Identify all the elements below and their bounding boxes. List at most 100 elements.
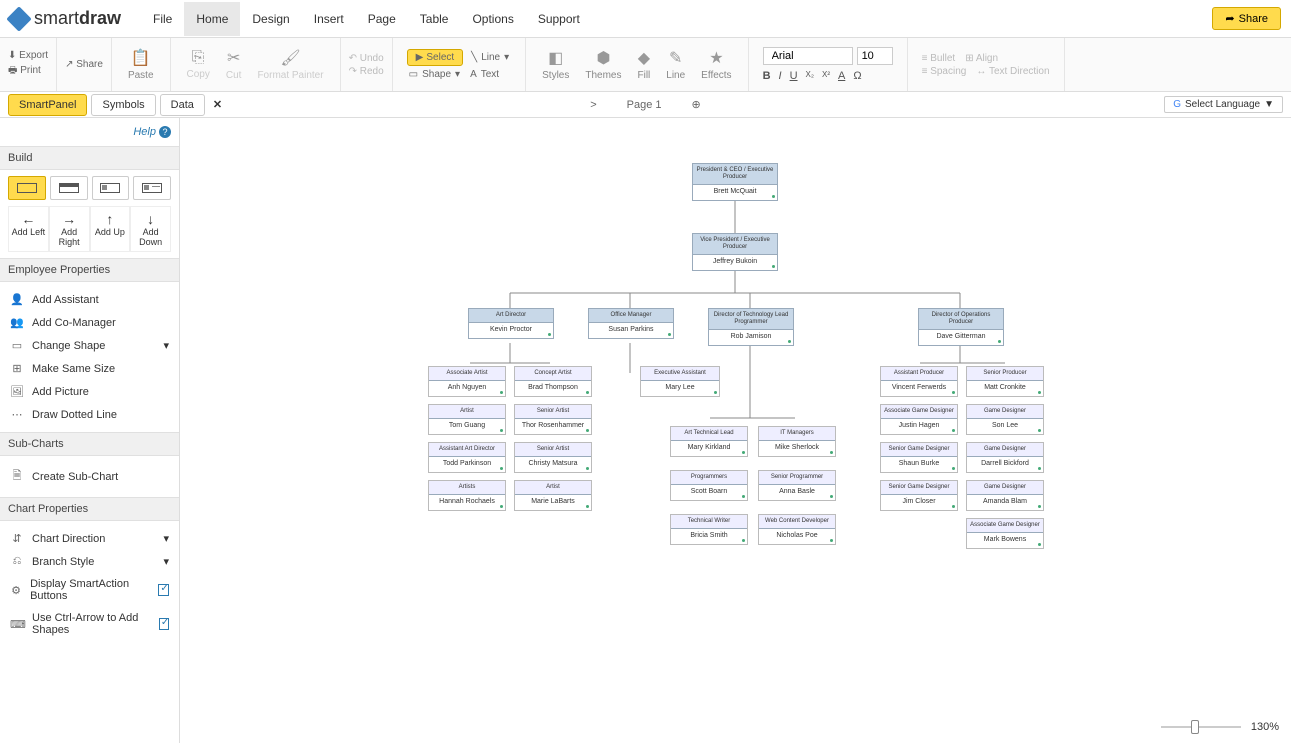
org-node-dir-art[interactable]: Art Director Kevin Proctor — [468, 308, 554, 339]
org-node-employee[interactable]: Game DesignerDarrell Bickford — [966, 442, 1044, 473]
share-button[interactable]: ➦ Share — [1212, 7, 1281, 30]
text-tool[interactable]: A Text — [468, 68, 501, 81]
org-node-dir-office[interactable]: Office Manager Susan Parkins — [588, 308, 674, 339]
make-same-size-button[interactable]: ⊞Make Same Size — [8, 357, 171, 380]
change-shape-button[interactable]: ▭Change Shape▾ — [8, 334, 171, 357]
copy-button[interactable]: ⎘Copy — [179, 46, 218, 83]
org-node-employee[interactable]: Concept ArtistBrad Thompson — [514, 366, 592, 397]
org-node-employee[interactable]: Associate Game DesignerMark Bowens — [966, 518, 1044, 549]
underline-button[interactable]: U — [790, 70, 798, 82]
text-direction-button[interactable]: ↔ Text Direction — [976, 66, 1049, 77]
font-color-button[interactable]: A — [838, 70, 845, 82]
org-node-employee[interactable]: ArtistsHannah Rochaels — [428, 480, 506, 511]
org-node-vp[interactable]: Vice President / Executive Producer Jeff… — [692, 233, 778, 271]
org-node-ceo[interactable]: President & CEO / Executive Producer Bre… — [692, 163, 778, 201]
add-comanager-button[interactable]: 👥Add Co-Manager — [8, 311, 171, 334]
tab-smartpanel[interactable]: SmartPanel — [8, 94, 87, 116]
close-panel-button[interactable]: ✕ — [209, 94, 226, 116]
zoom-slider[interactable] — [1161, 726, 1241, 728]
bold-button[interactable]: B — [763, 70, 771, 82]
org-node-employee[interactable]: Game DesignerSon Lee — [966, 404, 1044, 435]
page-tab[interactable]: Page 1 — [627, 99, 662, 111]
chart-direction-button[interactable]: ⇵Chart Direction▾ — [8, 527, 171, 550]
org-node-exec-assist[interactable]: Executive Assistant Mary Lee — [640, 366, 720, 397]
fill-button[interactable]: ◆Fill — [629, 46, 658, 83]
org-node-employee[interactable]: IT ManagersMike Sherlock — [758, 426, 836, 457]
shape-photo-card-button[interactable] — [133, 176, 171, 200]
share-ribbon-button[interactable]: ↗ Share — [65, 59, 103, 70]
tab-data[interactable]: Data — [160, 94, 205, 116]
undo-button[interactable]: ↶ Undo — [349, 53, 384, 64]
org-node-employee[interactable]: Art Technical LeadMary Kirkland — [670, 426, 748, 457]
org-node-employee[interactable]: Senior ProgrammerAnna Basle — [758, 470, 836, 501]
align-button[interactable]: ⊞ Align — [965, 53, 998, 64]
add-up-button[interactable]: ↑Add Up — [90, 206, 131, 252]
select-tool[interactable]: ▶ Select — [407, 49, 464, 66]
paste-button[interactable]: 📋Paste — [120, 46, 162, 83]
menu-support[interactable]: Support — [526, 2, 592, 36]
subscript-button[interactable]: X₂ — [806, 70, 814, 82]
menu-page[interactable]: Page — [356, 2, 408, 36]
shape-plain-button[interactable] — [8, 176, 46, 200]
org-node-employee[interactable]: ArtistTom Guang — [428, 404, 506, 435]
org-node-employee[interactable]: Senior ArtistChristy Matsura — [514, 442, 592, 473]
create-subchart-button[interactable]: 🗎Create Sub-Chart — [8, 462, 171, 491]
org-node-employee[interactable]: ProgrammersScott Boarn — [670, 470, 748, 501]
superscript-button[interactable]: X² — [822, 70, 830, 82]
redo-button[interactable]: ↷ Redo — [349, 66, 384, 77]
org-node-employee[interactable]: Assistant ProducerVincent Ferwerds — [880, 366, 958, 397]
org-node-employee[interactable]: Associate Game DesignerJustin Hagen — [880, 404, 958, 435]
spacing-button[interactable]: ≡ Spacing — [922, 66, 967, 77]
menu-insert[interactable]: Insert — [302, 2, 356, 36]
themes-button[interactable]: ⬢Themes — [577, 46, 629, 83]
org-node-employee[interactable]: Senior Game DesignerShaun Burke — [880, 442, 958, 473]
format-painter-button[interactable]: 🖌Format Painter — [249, 46, 331, 83]
export-button[interactable]: ⬇ Export — [8, 50, 48, 61]
cut-button[interactable]: ✂Cut — [218, 46, 250, 83]
shape-tool[interactable]: ▭ Shape ▾ — [407, 68, 462, 81]
org-node-dir-ops[interactable]: Director of Operations Producer Dave Git… — [918, 308, 1004, 346]
tab-symbols[interactable]: Symbols — [91, 94, 155, 116]
menu-home[interactable]: Home — [184, 2, 240, 36]
styles-button[interactable]: ◧Styles — [534, 46, 577, 83]
branch-style-button[interactable]: ⎌Branch Style▾ — [8, 550, 171, 573]
menu-file[interactable]: File — [141, 2, 184, 36]
bullet-button[interactable]: ≡ Bullet — [922, 53, 956, 64]
italic-button[interactable]: I — [779, 70, 782, 82]
shape-titled-button[interactable] — [50, 176, 88, 200]
org-node-employee[interactable]: Game DesignerAmanda Blam — [966, 480, 1044, 511]
shape-photo-left-button[interactable] — [92, 176, 130, 200]
line-tool[interactable]: ╲ Line ▾ — [469, 51, 511, 64]
add-down-button[interactable]: ↓Add Down — [130, 206, 171, 252]
org-node-employee[interactable]: Senior ArtistThor Rosenhammer — [514, 404, 592, 435]
org-node-employee[interactable]: Technical WriterBricia Smith — [670, 514, 748, 545]
effects-button[interactable]: ★Effects — [693, 46, 739, 83]
language-select[interactable]: G Select Language ▼ — [1164, 96, 1283, 113]
display-smartaction-toggle[interactable]: ⚙Display SmartAction Buttons — [8, 573, 171, 607]
canvas[interactable]: President & CEO / Executive Producer Bre… — [180, 118, 1291, 743]
menu-table[interactable]: Table — [408, 2, 461, 36]
menu-options[interactable]: Options — [460, 2, 525, 36]
menu-design[interactable]: Design — [240, 2, 301, 36]
draw-dotted-button[interactable]: ⋯Draw Dotted Line — [8, 403, 171, 426]
font-size-select[interactable] — [857, 47, 893, 65]
org-node-employee[interactable]: Senior ProducerMatt Cronkite — [966, 366, 1044, 397]
add-assistant-button[interactable]: 👤Add Assistant — [8, 288, 171, 311]
prev-page-button[interactable]: > — [590, 99, 596, 111]
org-node-employee[interactable]: Associate ArtistAnh Nguyen — [428, 366, 506, 397]
add-right-button[interactable]: →Add Right — [49, 206, 90, 252]
add-picture-button[interactable]: 🖼Add Picture — [8, 380, 171, 403]
org-node-employee[interactable]: Web Content DeveloperNicholas Poe — [758, 514, 836, 545]
ctrl-arrow-toggle[interactable]: ⌨Use Ctrl-Arrow to Add Shapes — [8, 607, 171, 641]
print-button[interactable]: 🖶 Print — [8, 63, 48, 80]
add-page-button[interactable]: ⊕ — [692, 98, 701, 111]
org-node-employee[interactable]: Senior Game DesignerJim Closer — [880, 480, 958, 511]
help-link[interactable]: Help ? — [8, 126, 171, 138]
symbol-button[interactable]: Ω — [853, 70, 861, 82]
add-left-button[interactable]: ←Add Left — [8, 206, 49, 252]
line-style-button[interactable]: ✎Line — [658, 46, 693, 83]
font-select[interactable] — [763, 47, 853, 65]
org-node-employee[interactable]: Assistant Art DirectorTodd Parkinson — [428, 442, 506, 473]
org-node-employee[interactable]: ArtistMarie LaBarts — [514, 480, 592, 511]
org-node-dir-tech[interactable]: Director of Technology Lead Programmer R… — [708, 308, 794, 346]
